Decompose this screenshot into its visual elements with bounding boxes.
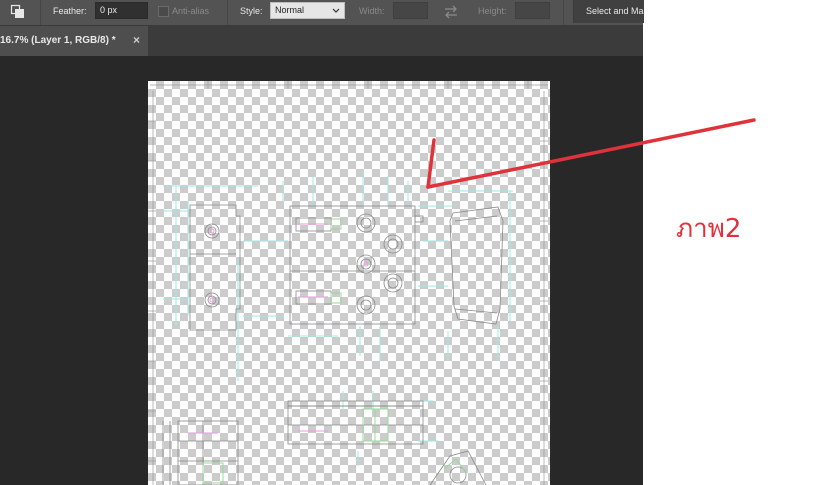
options-bar: Feather: 0 px Anti-alias Style: Normal W… (0, 0, 644, 26)
feather-label: Feather: (53, 6, 87, 16)
photoshop-window: Feather: 0 px Anti-alias Style: Normal W… (0, 0, 644, 485)
document-tab-bar: 16.7% (Layer 1, RGB/8) * × (0, 26, 643, 56)
anti-alias-checkbox[interactable] (158, 6, 169, 17)
height-label: Height: (478, 6, 507, 16)
chevron-down-icon (332, 3, 340, 23)
width-label: Width: (359, 6, 385, 16)
height-input[interactable] (515, 2, 550, 19)
swap-arrows-icon[interactable] (443, 4, 459, 20)
style-select[interactable]: Normal (270, 2, 345, 19)
width-input[interactable] (393, 2, 428, 19)
feather-input[interactable]: 0 px (95, 2, 148, 19)
document-tab-title: 16.7% (Layer 1, RGB/8) * (0, 35, 116, 46)
select-and-mask-button[interactable]: Select and Mask... (573, 0, 644, 23)
options-separator (40, 0, 41, 25)
style-label: Style: (240, 6, 263, 16)
technical-drawing (148, 81, 548, 485)
style-select-value: Normal (275, 5, 305, 15)
close-icon[interactable]: × (133, 33, 140, 47)
select-and-mask-label: Select and Mask... (586, 6, 644, 16)
document-canvas[interactable] (148, 81, 550, 485)
anti-alias-label: Anti-alias (172, 6, 210, 16)
options-separator (227, 0, 228, 25)
options-separator (563, 0, 564, 25)
selection-mode-icon[interactable] (10, 4, 26, 20)
annotation-label: ภาพ2 (676, 214, 742, 244)
document-tab[interactable]: 16.7% (Layer 1, RGB/8) * × (0, 26, 148, 56)
canvas-workspace (0, 56, 643, 485)
